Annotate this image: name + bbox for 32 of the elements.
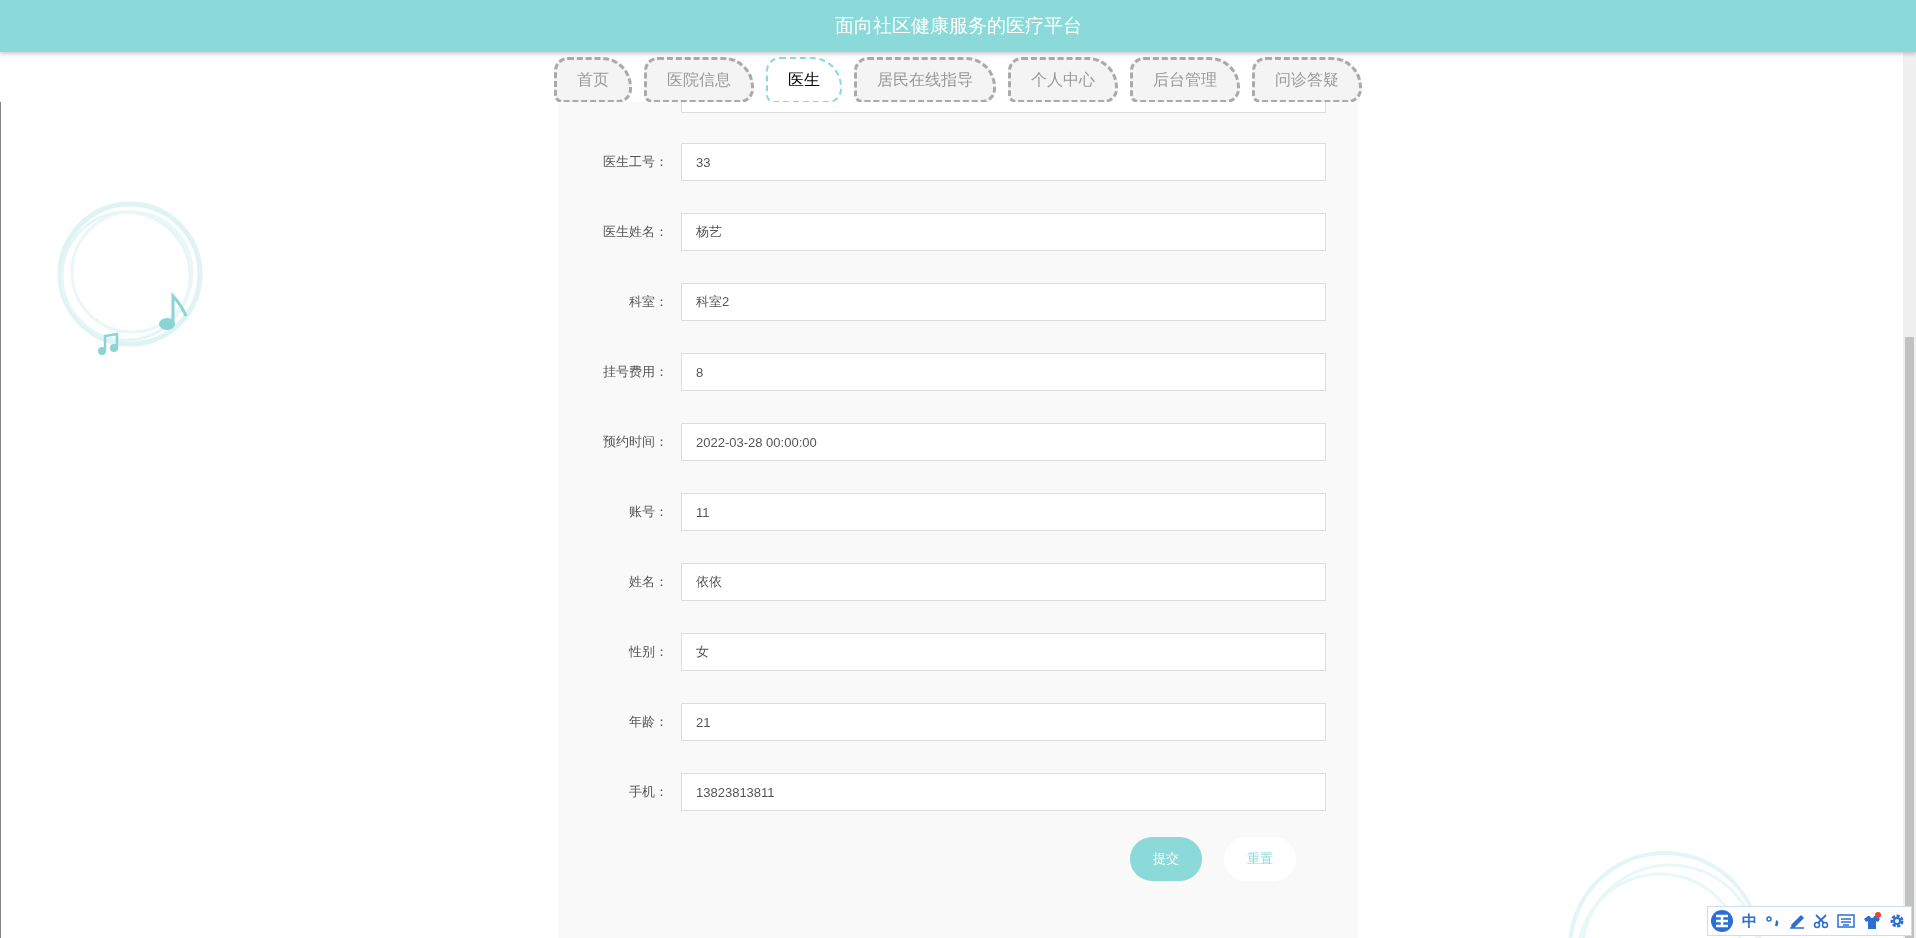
settings-icon[interactable] bbox=[1889, 913, 1905, 929]
field-label: 手机： bbox=[628, 783, 669, 801]
ime-logo-icon[interactable] bbox=[1710, 909, 1734, 933]
nav-tab[interactable]: 医生 bbox=[766, 57, 842, 103]
field-label: 姓名： bbox=[628, 573, 669, 591]
keyboard-icon[interactable] bbox=[1837, 914, 1855, 928]
input-field[interactable]: 杨艺 bbox=[681, 213, 1326, 251]
input-field[interactable]: 13823813811 bbox=[681, 773, 1326, 811]
scissors-icon[interactable] bbox=[1813, 913, 1829, 929]
input-field[interactable]: 女 bbox=[681, 633, 1326, 671]
scrollbar[interactable] bbox=[1903, 52, 1916, 938]
field-label: 医生姓名： bbox=[602, 223, 669, 241]
input-field[interactable]: 8 bbox=[681, 353, 1326, 391]
input-field[interactable]: 依依 bbox=[681, 563, 1326, 601]
punctuation-icon[interactable] bbox=[1765, 913, 1781, 929]
input-field[interactable]: 2022-03-28 00:00:00 bbox=[681, 423, 1326, 461]
input-field[interactable]: 21 bbox=[681, 703, 1326, 741]
input-mode-toggle[interactable]: 中 bbox=[1742, 911, 1757, 931]
field-label: 账号： bbox=[628, 503, 669, 521]
field-label: 科室： bbox=[628, 293, 669, 311]
input-field[interactable]: 33 bbox=[681, 143, 1326, 181]
site-title: 面向社区健康服务的医疗平台 bbox=[834, 14, 1082, 38]
pen-icon[interactable] bbox=[1789, 913, 1805, 929]
input-field[interactable]: 11 bbox=[681, 493, 1326, 531]
field-label: 性别： bbox=[628, 643, 669, 661]
shirt-icon[interactable] bbox=[1863, 912, 1881, 930]
field-label: 挂号费用： bbox=[602, 363, 669, 381]
field-label: 医生工号： bbox=[602, 153, 669, 171]
input-field[interactable] bbox=[681, 102, 1326, 113]
field-label: 年龄： bbox=[628, 713, 669, 731]
field-label: 预约时间： bbox=[602, 433, 669, 451]
input-field[interactable]: 科室2 bbox=[681, 283, 1326, 321]
